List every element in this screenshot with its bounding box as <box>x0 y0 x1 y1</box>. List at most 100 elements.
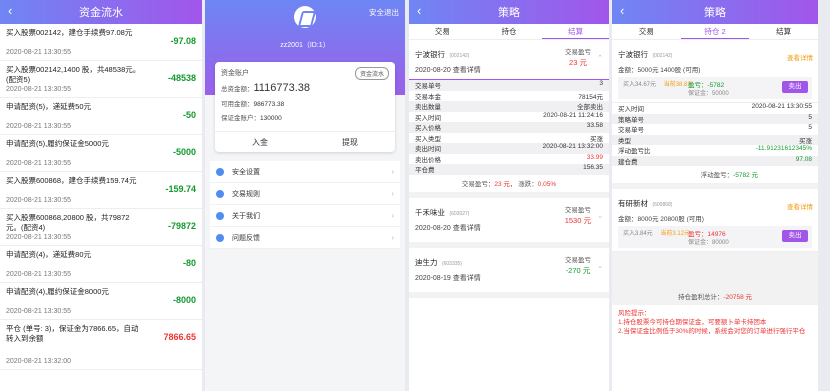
back-icon[interactable]: ‹ <box>417 3 421 18</box>
fund-row: 平仓 (单号: 3)，保证金为7866.65，自动转入到余额 2020-08-21… <box>0 320 202 370</box>
float-pl: 浮动盈亏：-5782 元 <box>612 166 818 183</box>
fund-row-amount: -79872 <box>167 221 196 231</box>
detail-value: 156.35 <box>583 164 603 171</box>
detail-value: 2020-08-21 13:30:55 <box>751 103 812 110</box>
back-icon[interactable]: ‹ <box>8 3 12 18</box>
tab-settle[interactable]: 结算 <box>542 24 609 39</box>
fund-row: 买入股票600868，建仓手续费159.74元 2020-08-21 13:30:… <box>0 172 202 209</box>
total-line: 总资金额：1116773.38 <box>221 82 389 94</box>
buy-price: 买入34.67元 <box>623 82 657 88</box>
sell-button[interactable]: 卖出 <box>782 81 808 93</box>
menu-item-security[interactable]: 安全设置 › <box>210 161 400 183</box>
settle-item[interactable]: 宁波银行 (002142) 2020-08-20 查看详情 交易盈亏 23 元 ⌃ <box>409 40 609 80</box>
chevron-down-icon: ⌄ <box>597 262 603 270</box>
logout-button[interactable]: 安全退出 <box>369 7 399 18</box>
chevron-right-icon: › <box>391 211 394 220</box>
fund-flow-panel: ‹ 资金流水 买入股票002142，建仓手续费97.08元 2020-08-21 … <box>0 0 202 391</box>
deposit-button[interactable]: 入金 <box>215 132 305 148</box>
fund-row-text: 申请配资(5),履约保证金5000元 <box>6 139 109 148</box>
menu-label: 关于我们 <box>232 212 260 220</box>
logo-icon <box>294 6 316 28</box>
details-link[interactable]: 查看详情 <box>787 201 813 211</box>
tab-trade[interactable]: 交易 <box>612 24 681 39</box>
page-title: 策略 <box>498 7 520 19</box>
tab-trade[interactable]: 交易 <box>409 24 476 39</box>
risk-line: 2.当保证金比例低于30%的时候，系统会对您的订单进行强行平仓 <box>618 328 806 335</box>
menu-item-rules[interactable]: 交易规则 › <box>210 183 400 205</box>
fund-row-date: 2020-08-21 13:30:55 <box>6 123 71 130</box>
sell-button[interactable]: 卖出 <box>782 230 808 242</box>
detail-value: -11.91231612345% <box>755 145 812 152</box>
avail-line: 可用金额：986773.38 <box>221 98 389 108</box>
fund-row-date: 2020-08-21 13:30:55 <box>6 160 71 167</box>
tab-holdings[interactable]: 持仓 <box>476 24 543 39</box>
holding-item[interactable]: 有研新材 (600868) 查看详情 金额：8000元 20800股 (可用) … <box>612 189 818 252</box>
buy-price: 买入3.84元 <box>623 231 653 237</box>
feedback-icon <box>216 233 224 242</box>
strategy-tabs: 交易 持仓 2 结算 <box>612 24 818 40</box>
holding-pl-bar: 买入34.67元 当前38.8元 盈亏：-5782 保证金：50000 卖出 <box>618 77 812 99</box>
detail-row: 策略单号 5 <box>612 113 818 124</box>
withdraw-button[interactable]: 提现 <box>305 132 395 148</box>
fund-row-text: 买入股票600868,20800 股，共79872元。(配资4) <box>6 213 130 232</box>
detail-label: 卖出时间 <box>415 146 441 153</box>
fund-row: 买入股票002142，建仓手续费97.08元 2020-08-21 13:30:5… <box>0 24 202 61</box>
fund-row-date: 2020-08-21 13:30:55 <box>6 271 71 278</box>
detail-value: 全部卖出 <box>577 104 603 111</box>
account-panel: 安全退出 zz2001（ID:1） 资金账户 资金流水 总资金额：1116773… <box>205 0 405 391</box>
detail-value: 33.99 <box>586 153 603 161</box>
page-title: 资金流水 <box>79 7 123 19</box>
margin-value: 130000 <box>260 115 282 122</box>
shield-icon <box>216 167 224 176</box>
fund-row-amount: -48538 <box>167 73 196 83</box>
detail-label: 卖出数量 <box>415 104 441 111</box>
tab-settle[interactable]: 结算 <box>749 24 818 39</box>
stock-name: 宁波银行 <box>415 50 445 59</box>
strategy-holdings-panel: ‹ 策略 交易 持仓 2 结算 宁波银行 (002142) 查看详情 金额：50… <box>612 0 818 391</box>
profit-value: -270 元 <box>565 265 591 275</box>
risk-notice: 风险提示： 1.持仓股票今可持仓期保证金，可要额卜单卡持团本 2.当保证金比例低… <box>612 305 818 340</box>
fund-row-date: 2020-08-21 13:30:55 <box>6 197 71 204</box>
spacer <box>612 252 818 288</box>
detail-label: 建仓费 <box>618 158 638 166</box>
back-icon[interactable]: ‹ <box>620 3 624 18</box>
detail-label: 交易本金 <box>415 93 441 101</box>
stock-code: (600868) <box>652 202 673 208</box>
details-link[interactable]: 查看详情 <box>787 52 813 62</box>
profit-box: 交易盈亏 23 元 <box>565 46 591 68</box>
chevron-right-icon: › <box>391 233 394 242</box>
profit-label: 交易盈亏 <box>565 256 591 264</box>
fund-row-text: 申请配资(5)，递延费50元 <box>6 102 92 111</box>
menu-item-about[interactable]: 关于我们 › <box>210 205 400 227</box>
detail-value: 5 <box>808 124 812 131</box>
fund-row: 申请配资(5),履约保证金5000元 2020-08-21 13:30:55 -50… <box>0 135 202 172</box>
total-value: 1116773.38 <box>253 82 310 94</box>
settle-item[interactable]: 千禾味业 (603027) 2020-08-20 查看详情 交易盈亏 1530 元… <box>409 198 609 248</box>
detail-value: 97.08 <box>795 155 812 163</box>
strategy-header: ‹ 策略 <box>409 0 609 24</box>
detail-row: 建仓费 97.08 <box>612 155 818 166</box>
detail-value: 5 <box>808 113 812 121</box>
fund-records-button[interactable]: 资金流水 <box>354 67 389 80</box>
menu-item-feedback[interactable]: 问题反馈 › <box>210 227 400 249</box>
fund-row-date: 2020-08-21 13:30:55 <box>6 234 71 241</box>
book-icon <box>216 189 224 198</box>
fund-row-amount: -50 <box>182 110 196 120</box>
detail-row: 交易本金 78154元 <box>409 90 609 101</box>
fund-row: 申请配资(5)，递延费50元 2020-08-21 13:30:55 -50 <box>0 98 202 135</box>
risk-line: 1.持仓股票今可持仓期保证金，可要额卜单卡持团本 <box>618 319 767 326</box>
settle-item[interactable]: 迪生力 (603335) 2020-08-19 查看详情 交易盈亏 -270 元 … <box>409 248 609 298</box>
fund-row-amount: -97.08 <box>170 36 196 46</box>
fund-flow-header: ‹ 资金流水 <box>0 0 202 24</box>
fund-row-text: 平仓 (单号: 3)，保证金为7866.65，自动转入到余额 <box>6 324 139 343</box>
fund-row-amount: 7866.65 <box>163 332 196 342</box>
holding-item[interactable]: 宁波银行 (002142) 查看详情 金额：5000元 1400股 (可用) 买… <box>612 40 818 103</box>
fund-row-text: 申请配资(4),履约保证金8000元 <box>6 287 109 296</box>
fund-row-amount: -5000 <box>172 147 196 157</box>
detail-row: 买入时间 2020-08-21 13:30:55 <box>612 103 818 114</box>
detail-row: 卖出时间 2020-08-21 13:32:00 <box>409 143 609 154</box>
detail-row: 买入类型 买涨 <box>409 132 609 143</box>
stock-code: (002142) <box>449 53 470 59</box>
tab-holdings[interactable]: 持仓 2 <box>680 24 750 39</box>
profit-box: 交易盈亏 1530 元 <box>565 204 591 226</box>
